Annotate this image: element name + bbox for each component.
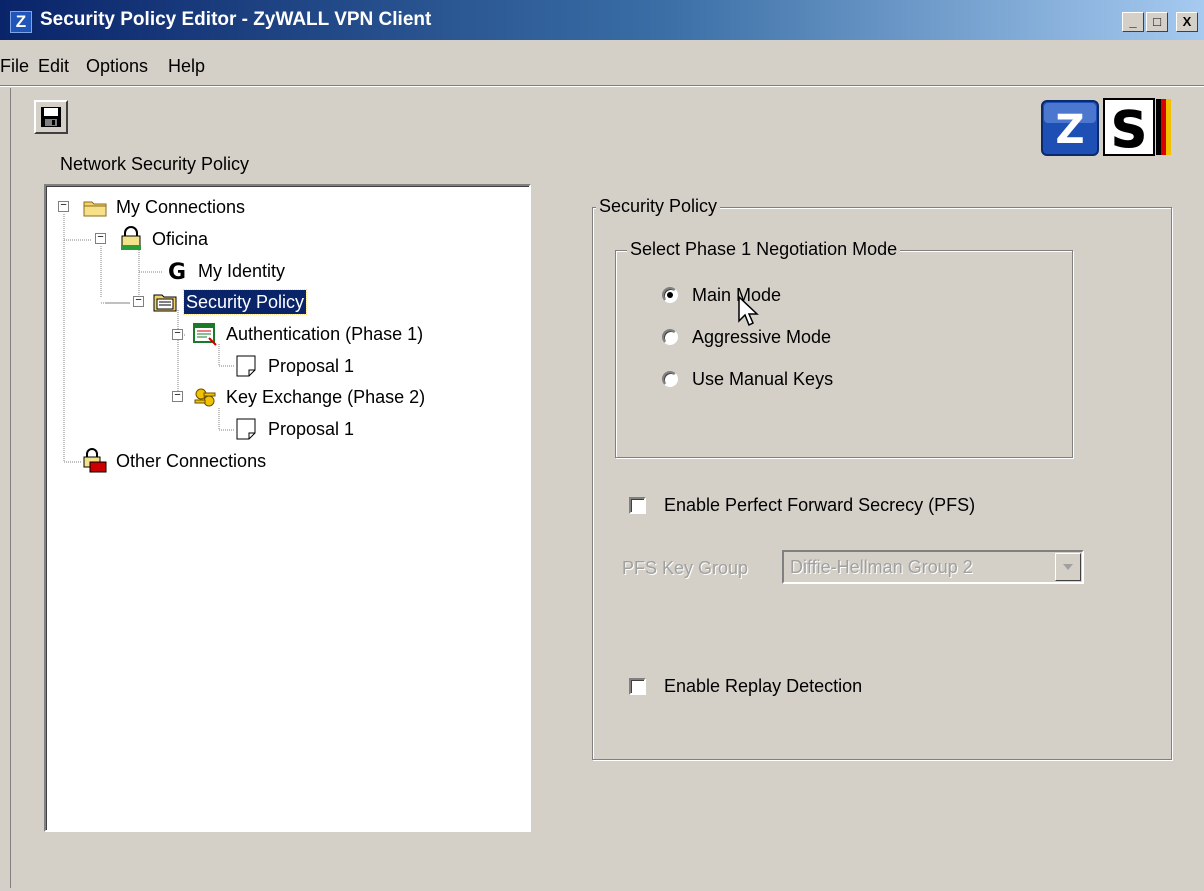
authentication-icon <box>193 323 217 346</box>
radio-main-mode[interactable]: Main Mode <box>662 283 781 307</box>
menu-bar: File Edit Options Help <box>0 52 1204 80</box>
other-connections-icon <box>83 448 107 473</box>
folder-icon <box>83 201 107 217</box>
tree-node-label: Key Exchange (Phase 2) <box>226 387 426 407</box>
tree-node-other-connections[interactable]: Other Connections <box>82 447 268 475</box>
radio-button[interactable] <box>662 287 678 303</box>
menu-help[interactable]: Help <box>168 54 205 78</box>
radio-button[interactable] <box>662 329 678 345</box>
tree-node-label: Other Connections <box>116 451 267 471</box>
tree-node-label: Authentication (Phase 1) <box>226 324 424 344</box>
identity-icon: G <box>168 260 186 284</box>
chevron-down-icon <box>1063 564 1073 570</box>
connection-lock-icon <box>121 226 141 250</box>
tree-expander-key-exchange[interactable]: − <box>172 391 183 402</box>
replay-detection-label: Enable Replay Detection <box>664 676 863 696</box>
pfs-key-group-label: PFS Key Group <box>622 558 749 578</box>
tree-node-label: Proposal 1 <box>268 356 355 376</box>
replay-checkbox-row[interactable]: Enable Replay Detection <box>629 674 862 698</box>
pfs-checkbox-label: Enable Perfect Forward Secrecy (PFS) <box>664 495 976 515</box>
proposal-icon <box>236 355 256 377</box>
menu-separator <box>0 85 1204 87</box>
tree-node-my-connections[interactable]: My Connections <box>82 193 247 221</box>
radio-use-manual-keys[interactable]: Use Manual Keys <box>662 367 833 391</box>
menu-edit[interactable]: Edit <box>38 54 69 78</box>
tree-node-authentication[interactable]: Authentication (Phase 1) <box>192 320 425 348</box>
mouse-cursor-icon <box>738 296 759 327</box>
security-policy-legend: Security Policy <box>596 194 721 218</box>
floppy-disk-icon <box>41 107 61 127</box>
tree-node-label: Oficina <box>152 229 209 249</box>
window-title: Security Policy Editor - ZyWALL VPN Clie… <box>40 9 432 30</box>
tree-node-label: Security Policy <box>182 289 308 315</box>
replay-detection-checkbox[interactable] <box>629 677 646 695</box>
logo-letter-z: Z <box>1055 107 1084 153</box>
phase1-mode-legend: Select Phase 1 Negotiation Mode <box>627 237 901 261</box>
tree-node-oficina[interactable]: Oficina <box>118 225 210 253</box>
tree-node-my-identity[interactable]: G My Identity <box>164 257 287 285</box>
minimize-button[interactable]: _ <box>1122 12 1144 32</box>
svg-text:G: G <box>168 260 186 284</box>
tree-node-security-policy[interactable]: Security Policy <box>152 288 308 316</box>
dropdown-button[interactable] <box>1055 553 1081 581</box>
tree-expander-authentication[interactable]: − <box>172 329 183 340</box>
zyxel-logo-icon: Z S <box>1041 98 1171 159</box>
tree-node-key-exchange[interactable]: Key Exchange (Phase 2) <box>192 383 427 411</box>
tree-node-proposal-1-phase1[interactable]: Proposal 1 <box>234 352 356 380</box>
key-exchange-icon <box>194 388 216 407</box>
tree-expander-my-connections[interactable]: − <box>58 201 69 212</box>
tree-expander-security-policy[interactable]: − <box>133 296 144 307</box>
radio-label: Use Manual Keys <box>692 369 834 389</box>
network-policy-tree[interactable]: − − − − − My Connections Oficina G My Id… <box>44 184 531 832</box>
tree-node-label: My Identity <box>198 261 286 281</box>
radio-button[interactable] <box>662 371 678 387</box>
logo-letter-s: S <box>1111 101 1147 159</box>
tree-expander-oficina[interactable]: − <box>95 233 106 244</box>
title-bar[interactable]: Z Security Policy Editor - ZyWALL VPN Cl… <box>0 0 1204 40</box>
menu-file[interactable]: File <box>0 54 29 78</box>
pfs-checkbox[interactable] <box>629 496 646 514</box>
radio-label: Main Mode <box>692 285 782 305</box>
phase1-mode-group: Select Phase 1 Negotiation Mode <box>615 237 1073 458</box>
app-icon[interactable]: Z <box>10 11 32 33</box>
pfs-key-group-value: Diffie-Hellman Group 2 <box>790 557 973 577</box>
network-security-policy-label: Network Security Policy <box>60 154 250 174</box>
tree-node-proposal-1-phase2[interactable]: Proposal 1 <box>234 415 356 443</box>
security-policy-icon <box>153 294 177 312</box>
save-button[interactable] <box>34 100 68 134</box>
tree-node-label: My Connections <box>116 197 246 217</box>
pfs-key-group-select[interactable]: Diffie-Hellman Group 2 <box>782 550 1084 584</box>
pfs-checkbox-row[interactable]: Enable Perfect Forward Secrecy (PFS) <box>629 493 975 517</box>
close-button[interactable]: X <box>1176 12 1198 32</box>
maximize-button[interactable]: □ <box>1146 12 1168 32</box>
tree-node-label: Proposal 1 <box>268 419 355 439</box>
proposal-icon <box>236 418 256 440</box>
menu-options[interactable]: Options <box>86 54 148 78</box>
